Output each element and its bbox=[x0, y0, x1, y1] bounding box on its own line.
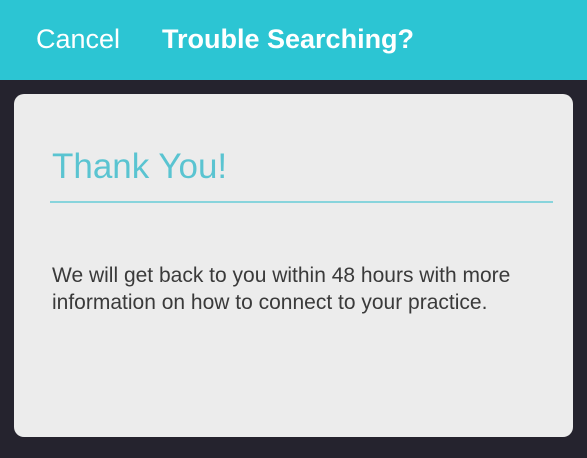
confirmation-card: Thank You! We will get back to you withi… bbox=[14, 94, 573, 437]
screen: Cancel Trouble Searching? Thank You! We … bbox=[0, 0, 587, 458]
navigation-bar: Cancel Trouble Searching? bbox=[0, 0, 587, 80]
confirmation-message: We will get back to you within 48 hours … bbox=[52, 264, 511, 314]
page-title: Trouble Searching? bbox=[162, 24, 415, 54]
card-title: Thank You! bbox=[52, 147, 228, 186]
title-divider bbox=[50, 201, 553, 203]
cancel-button[interactable]: Cancel bbox=[36, 22, 120, 56]
